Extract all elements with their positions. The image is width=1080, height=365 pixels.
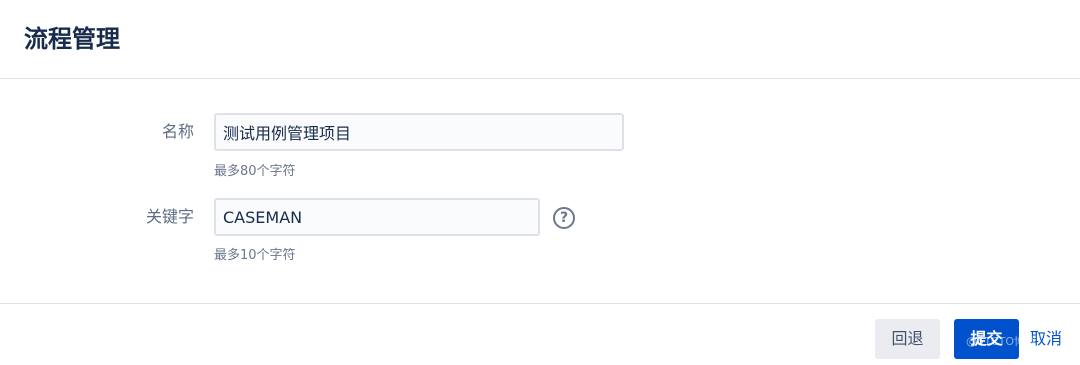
- name-hint: 最多80个字符: [214, 164, 296, 179]
- back-button[interactable]: 回退: [875, 319, 940, 359]
- page-title: 流程管理: [24, 25, 120, 53]
- key-hint: 最多10个字符: [214, 248, 296, 263]
- key-label: 关键字: [145, 207, 194, 226]
- name-input[interactable]: [214, 113, 624, 151]
- name-label: 名称: [161, 122, 194, 141]
- form-panel: 名称 最多80个字符 关键字 最多10个字符: [0, 79, 1080, 304]
- watermark: @51CTO博客: [966, 335, 1037, 348]
- help-icon[interactable]: ?: [553, 207, 575, 229]
- key-input[interactable]: [214, 198, 540, 236]
- form-footer: 回退 提交 取消: [0, 304, 1080, 365]
- page-header: 流程管理: [0, 0, 1080, 79]
